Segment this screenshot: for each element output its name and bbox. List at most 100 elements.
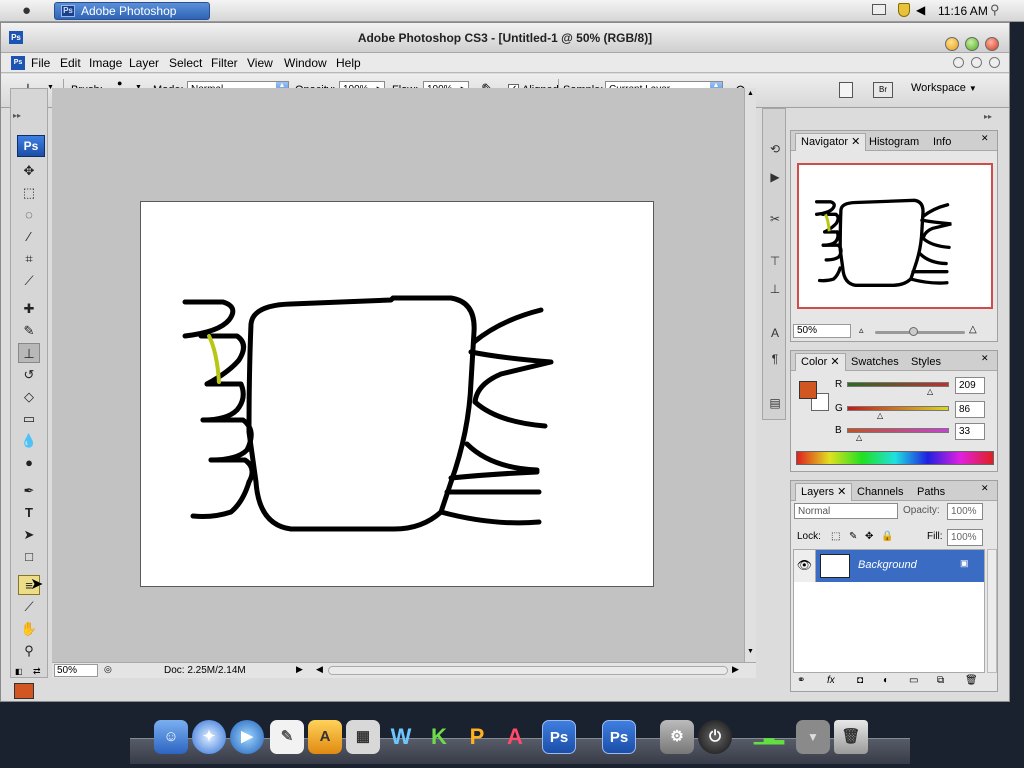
menu-filter[interactable]: Filter — [211, 53, 238, 73]
path-selection-tool-icon[interactable]: ➤ — [18, 525, 40, 545]
g-value[interactable]: 86 — [955, 401, 985, 418]
g-slider[interactable] — [847, 406, 949, 411]
b-slider[interactable] — [847, 428, 949, 433]
navigator-preview[interactable] — [797, 163, 993, 309]
navigator-zoom-slider[interactable] — [875, 331, 965, 334]
p-app-icon[interactable]: P — [460, 720, 494, 754]
link-layers-icon[interactable]: ⚭ — [797, 675, 805, 686]
app-store-icon[interactable]: A — [308, 720, 342, 754]
photoshop-cs3-icon[interactable]: Ps — [602, 720, 636, 754]
scroll-down-icon[interactable]: ▼ — [747, 648, 754, 655]
delete-layer-icon[interactable]: 🗑 — [965, 675, 978, 686]
layer-mask-icon[interactable]: ◘ — [857, 675, 863, 686]
healing-brush-tool-icon[interactable]: ✚ — [18, 299, 40, 319]
layer-comps-icon[interactable]: ▤ — [765, 393, 785, 413]
color-panel-menu-icon[interactable]: ✕ — [981, 353, 989, 364]
tab-channels[interactable]: Channels — [851, 483, 909, 501]
brushes-panel-icon[interactable]: ⊤ — [765, 251, 785, 271]
layer-name[interactable]: Background — [858, 559, 917, 571]
actions-panel-icon[interactable]: ▶ — [765, 167, 785, 187]
finder-icon[interactable]: ☺ — [154, 720, 188, 754]
layers-scrollbar[interactable] — [987, 549, 997, 673]
workspace-menu[interactable]: Workspace ▼ — [911, 82, 977, 94]
tab-histogram[interactable]: Histogram — [863, 133, 925, 151]
blend-mode-select[interactable]: Normal — [794, 503, 898, 519]
history-panel-icon[interactable]: ⟲ — [765, 139, 785, 159]
foreground-color-swatch[interactable] — [14, 683, 34, 699]
clone-source-icon[interactable]: ⊥ — [765, 279, 785, 299]
swap-colors-icon[interactable]: ⇄ — [33, 666, 41, 677]
tab-color[interactable]: Color ✕ — [795, 353, 846, 371]
horizontal-scrollbar[interactable] — [328, 666, 728, 675]
bridge-icon[interactable]: Br — [873, 82, 893, 98]
crop-tool-icon[interactable]: ⌗ — [18, 249, 40, 269]
document-canvas[interactable] — [140, 201, 654, 587]
a-app-icon[interactable]: A — [498, 720, 532, 754]
r-slider[interactable] — [847, 382, 949, 387]
downloads-stack-icon[interactable]: ▼ — [796, 720, 830, 754]
lock-all-icon[interactable]: 🔒 — [881, 531, 893, 542]
zoom-field[interactable]: 50% — [54, 664, 98, 677]
lasso-tool-icon[interactable]: ◌ — [18, 205, 40, 225]
doc-restore-button[interactable] — [971, 57, 982, 68]
shutdown-icon[interactable]: ⏻ — [698, 720, 732, 754]
vertical-scrollbar[interactable]: ▲ ▼ — [744, 88, 756, 662]
zoom-tool-icon[interactable]: ⚲ — [18, 641, 40, 661]
menu-view[interactable]: View — [247, 53, 273, 73]
safari-icon[interactable]: ✦ — [192, 720, 226, 754]
shield-icon[interactable] — [898, 3, 910, 17]
ps-logo-button[interactable]: Ps — [17, 135, 45, 157]
keyboard-icon[interactable] — [872, 4, 886, 15]
calculator-icon[interactable]: ▦ — [346, 720, 380, 754]
color-spectrum-bar[interactable] — [796, 451, 994, 465]
hscroll-left-icon[interactable]: ◀ — [316, 664, 323, 675]
pen-tool-icon[interactable]: ✒ — [18, 481, 40, 501]
doc-close-button[interactable] — [989, 57, 1000, 68]
menu-file[interactable]: File — [31, 53, 50, 73]
tab-info[interactable]: Info — [927, 133, 957, 151]
panel-menu-icon[interactable]: ✕ — [981, 133, 989, 144]
new-layer-icon[interactable]: ⧉ — [937, 675, 944, 686]
menu-layer[interactable]: Layer — [129, 53, 159, 73]
foreground-color-chip[interactable] — [799, 381, 817, 399]
dodge-tool-icon[interactable]: ● — [18, 453, 40, 473]
photoshop-taskbar-button[interactable]: Ps Adobe Photoshop CS3... — [54, 2, 210, 34]
navigator-slider-thumb[interactable] — [909, 327, 918, 336]
r-slider-thumb[interactable]: △ — [927, 387, 933, 396]
menu-edit[interactable]: Edit — [60, 53, 81, 73]
brush-preview-icon[interactable]: ● — [117, 78, 122, 88]
tab-navigator[interactable]: Navigator ✕ — [795, 133, 867, 151]
clock-time[interactable]: 11:16 AM — [938, 4, 988, 18]
zoom-out-icon[interactable]: ▵ — [859, 325, 864, 336]
lock-transparent-icon[interactable]: ⬚ — [831, 531, 840, 542]
eraser-tool-icon[interactable]: ◇ — [18, 387, 40, 407]
trash-icon[interactable]: 🗑 — [834, 720, 868, 754]
clone-stamp-tool-icon[interactable]: ⊥ — [18, 343, 40, 363]
hscroll-right-icon[interactable]: ▶ — [732, 664, 739, 675]
shape-tool-icon[interactable]: □ — [18, 547, 40, 567]
r-value[interactable]: 209 — [955, 377, 985, 394]
g-slider-thumb[interactable]: △ — [877, 411, 883, 420]
slice-tool-icon[interactable]: ⟋ — [18, 271, 40, 291]
navigator-zoom-field[interactable]: 50% — [793, 324, 851, 338]
new-group-icon[interactable]: ▭ — [909, 675, 918, 686]
character-panel-icon[interactable]: A — [765, 323, 785, 343]
fill-value[interactable]: 100% — [947, 529, 983, 546]
ps-doc-icon[interactable]: Ps — [11, 56, 25, 70]
brush-tool-icon[interactable]: ✎ — [18, 321, 40, 341]
default-colors-icon[interactable]: ◧ — [15, 667, 23, 676]
b-value[interactable]: 33 — [955, 423, 985, 440]
tab-paths[interactable]: Paths — [911, 483, 951, 501]
spotlight-icon[interactable]: ⚲ — [990, 2, 1000, 18]
layer-opacity-value[interactable]: 100% — [947, 503, 983, 520]
k-app-icon[interactable]: K — [422, 720, 456, 754]
palette-well-icon[interactable] — [839, 82, 853, 98]
tab-swatches[interactable]: Swatches — [845, 353, 905, 371]
type-tool-icon[interactable]: T — [18, 503, 40, 523]
panels-collapse-icon[interactable]: ▸▸ — [984, 112, 992, 121]
layers-panel-menu-icon[interactable]: ✕ — [981, 483, 989, 494]
tab-styles[interactable]: Styles — [905, 353, 947, 371]
close-button[interactable] — [985, 37, 999, 51]
tool-presets-icon[interactable]: ✂ — [765, 209, 785, 229]
gradient-tool-icon[interactable]: ▭ — [18, 409, 40, 429]
